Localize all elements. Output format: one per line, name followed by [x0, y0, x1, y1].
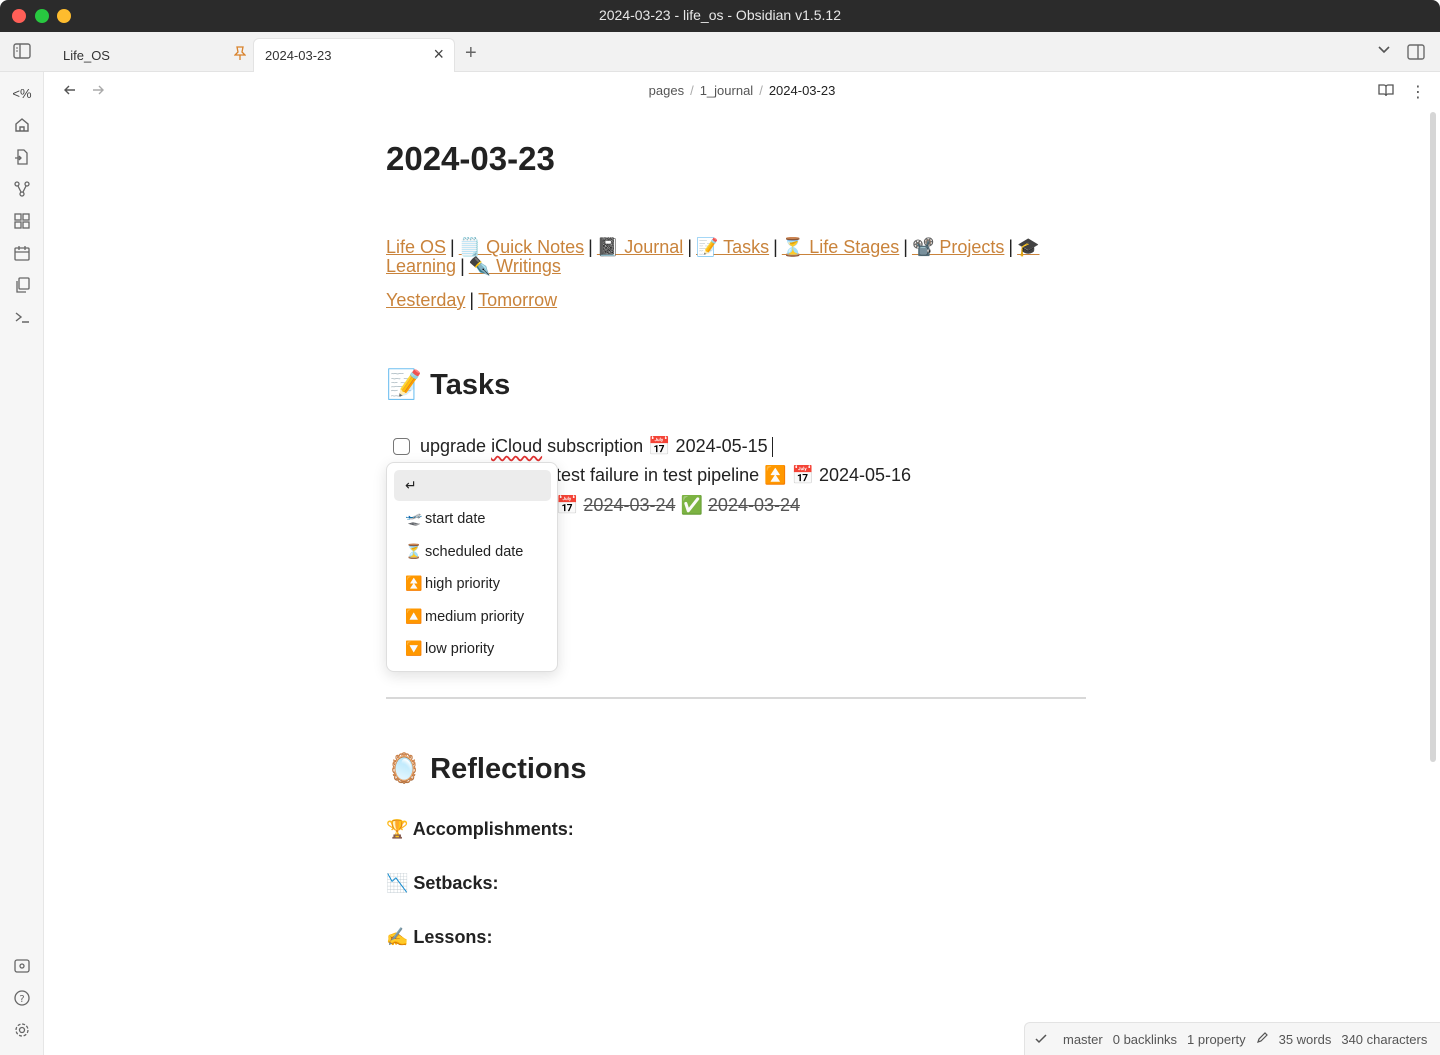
link-quick-notes[interactable]: 🗒️ Quick Notes [459, 237, 584, 257]
pin-icon[interactable] [233, 46, 247, 63]
high-priority-icon: ⏫ [405, 575, 423, 591]
reflections-heading: 🪞 Reflections [386, 753, 587, 785]
tab-label: 2024-03-23 [265, 48, 332, 63]
suggest-item-high-priority[interactable]: ⏫ high priority [394, 568, 551, 599]
task-item: upgrade iCloud subscription 📅 2024-05-15 [393, 436, 773, 457]
home-icon[interactable] [11, 114, 33, 136]
ribbon: <% ? [0, 72, 44, 1055]
status-bar: master 0 backlinks 1 property 35 words 3… [1024, 1022, 1440, 1055]
tab-label: Life_OS [63, 47, 110, 63]
dashboard-icon[interactable] [11, 210, 33, 232]
more-options-icon[interactable]: ⋮ [1410, 82, 1426, 102]
git-branch[interactable]: master [1063, 1032, 1103, 1047]
suggest-item-scheduled-date[interactable]: ⏳ scheduled date [394, 536, 551, 567]
view-header: pages/1_journal/2024-03-23 ⋮ [44, 72, 1440, 110]
link-tomorrow[interactable]: Tomorrow [478, 290, 557, 310]
breadcrumb-current[interactable]: 2024-03-23 [769, 83, 836, 98]
airplane-icon: 🛫 [405, 510, 423, 526]
scrollbar[interactable] [1430, 112, 1436, 762]
suggest-item-low-priority[interactable]: 🔽 low priority [394, 633, 551, 664]
tab-2024-03-23[interactable]: 2024-03-23 × [253, 38, 455, 72]
vault-icon[interactable] [11, 955, 33, 977]
task-due-date[interactable]: 2024-03-24 [583, 495, 675, 516]
note-title: 2024-03-23 [386, 140, 555, 177]
terminal-icon[interactable] [11, 306, 33, 328]
sidebar-toggle-icon[interactable] [13, 43, 31, 59]
suggest-item-newline[interactable]: ↵ [394, 470, 551, 501]
task-date-icon: 📅 [556, 495, 584, 515]
help-icon[interactable]: ? [11, 987, 33, 1009]
suggest-item-start-date[interactable]: 🛫 start date [394, 503, 551, 534]
right-sidebar-toggle-icon[interactable] [1407, 44, 1425, 60]
accomplishments-label: 🏆 Accomplishments: [386, 819, 574, 839]
breadcrumb: pages/1_journal/2024-03-23 [648, 83, 836, 98]
properties-count[interactable]: 1 property [1187, 1032, 1246, 1047]
task-done-date[interactable]: 2024-03-24 [708, 495, 800, 516]
enter-icon: ↵ [405, 477, 417, 493]
templater-icon[interactable]: <% [11, 82, 33, 104]
new-tab-icon[interactable]: + [465, 42, 477, 65]
link-life-stages[interactable]: ⏳ Life Stages [782, 237, 899, 257]
task-done-icon: ✅ [675, 495, 708, 515]
task-text-misspelled[interactable]: iCloud [491, 436, 542, 457]
breadcrumb-journal[interactable]: 1_journal [700, 83, 754, 98]
tasks-heading: 📝 Tasks [386, 369, 511, 401]
file-import-icon[interactable] [11, 146, 33, 168]
suggest-label: medium priority [425, 608, 525, 625]
tab-bar: Life_OS 2024-03-23 × + [0, 32, 1440, 72]
edit-pencil-icon[interactable] [1256, 1031, 1269, 1047]
link-projects[interactable]: 📽️ Projects [912, 237, 1004, 257]
hourglass-icon: ⏳ [405, 543, 423, 559]
reading-view-icon[interactable] [1378, 83, 1394, 97]
medium-priority-icon: 🔼 [405, 608, 423, 624]
lessons-label: ✍️ Lessons: [386, 927, 493, 947]
chevron-down-icon[interactable] [1377, 44, 1391, 54]
settings-icon[interactable] [11, 1019, 33, 1041]
horizontal-rule [386, 697, 1086, 699]
low-priority-icon: 🔽 [405, 640, 423, 656]
link-yesterday[interactable]: Yesterday [386, 290, 465, 310]
backlinks-count[interactable]: 0 backlinks [1113, 1032, 1177, 1047]
close-icon[interactable]: × [433, 45, 444, 63]
suggest-item-medium-priority[interactable]: 🔼 medium priority [394, 601, 551, 632]
suggest-label: scheduled date [425, 543, 524, 560]
day-links: Yesterday | Tomorrow [386, 290, 558, 310]
link-tasks[interactable]: 📝 Tasks [696, 237, 769, 257]
nav-links: Life OS | 🗒️ Quick Notes | 📓 Journal | 📝 Tasks… [386, 237, 1040, 276]
window-titlebar: 2024-03-23 - life_os - Obsidian v1.5.12 [0, 0, 1440, 32]
setbacks-label: 📉 Setbacks: [386, 873, 499, 893]
text-caret [771, 436, 773, 457]
task-item-done: 📅 2024-03-24 ✅ 2024-03-24 [556, 495, 800, 516]
link-journal[interactable]: 📓 Journal [597, 237, 683, 257]
graph-icon[interactable] [11, 178, 33, 200]
suggest-label: low priority [425, 640, 495, 657]
sync-check-icon[interactable] [1035, 1032, 1047, 1047]
breadcrumb-pages[interactable]: pages [649, 83, 684, 98]
task-item: test failure in test pipeline ⏫ 📅 2024-0… [556, 465, 911, 486]
window-title: 2024-03-23 - life_os - Obsidian v1.5.12 [598, 7, 842, 23]
word-count: 35 words [1278, 1031, 1332, 1047]
task-text[interactable]: test failure in test pipeline ⏫ 📅 2024-0… [556, 465, 911, 486]
task-suggest-popup: ↵ 🛫 start date ⏳ scheduled date ⏫ high p… [386, 462, 558, 672]
task-text-suffix[interactable]: subscription 📅 2024-05-15 [542, 436, 768, 457]
copy-icon[interactable] [11, 274, 33, 296]
calendar-icon[interactable] [11, 242, 33, 264]
link-life-os[interactable]: Life OS [386, 237, 446, 257]
suggest-label: start date [425, 510, 486, 527]
suggest-label: high priority [425, 575, 500, 592]
svg-text:?: ? [19, 994, 24, 1005]
task-text-prefix[interactable]: upgrade [420, 436, 491, 457]
task-checkbox[interactable] [393, 438, 410, 455]
character-count: 340 characters [1341, 1031, 1428, 1047]
link-writings[interactable]: ✒️ Writings [469, 256, 561, 276]
tab-life-os[interactable]: Life_OS [52, 38, 252, 72]
